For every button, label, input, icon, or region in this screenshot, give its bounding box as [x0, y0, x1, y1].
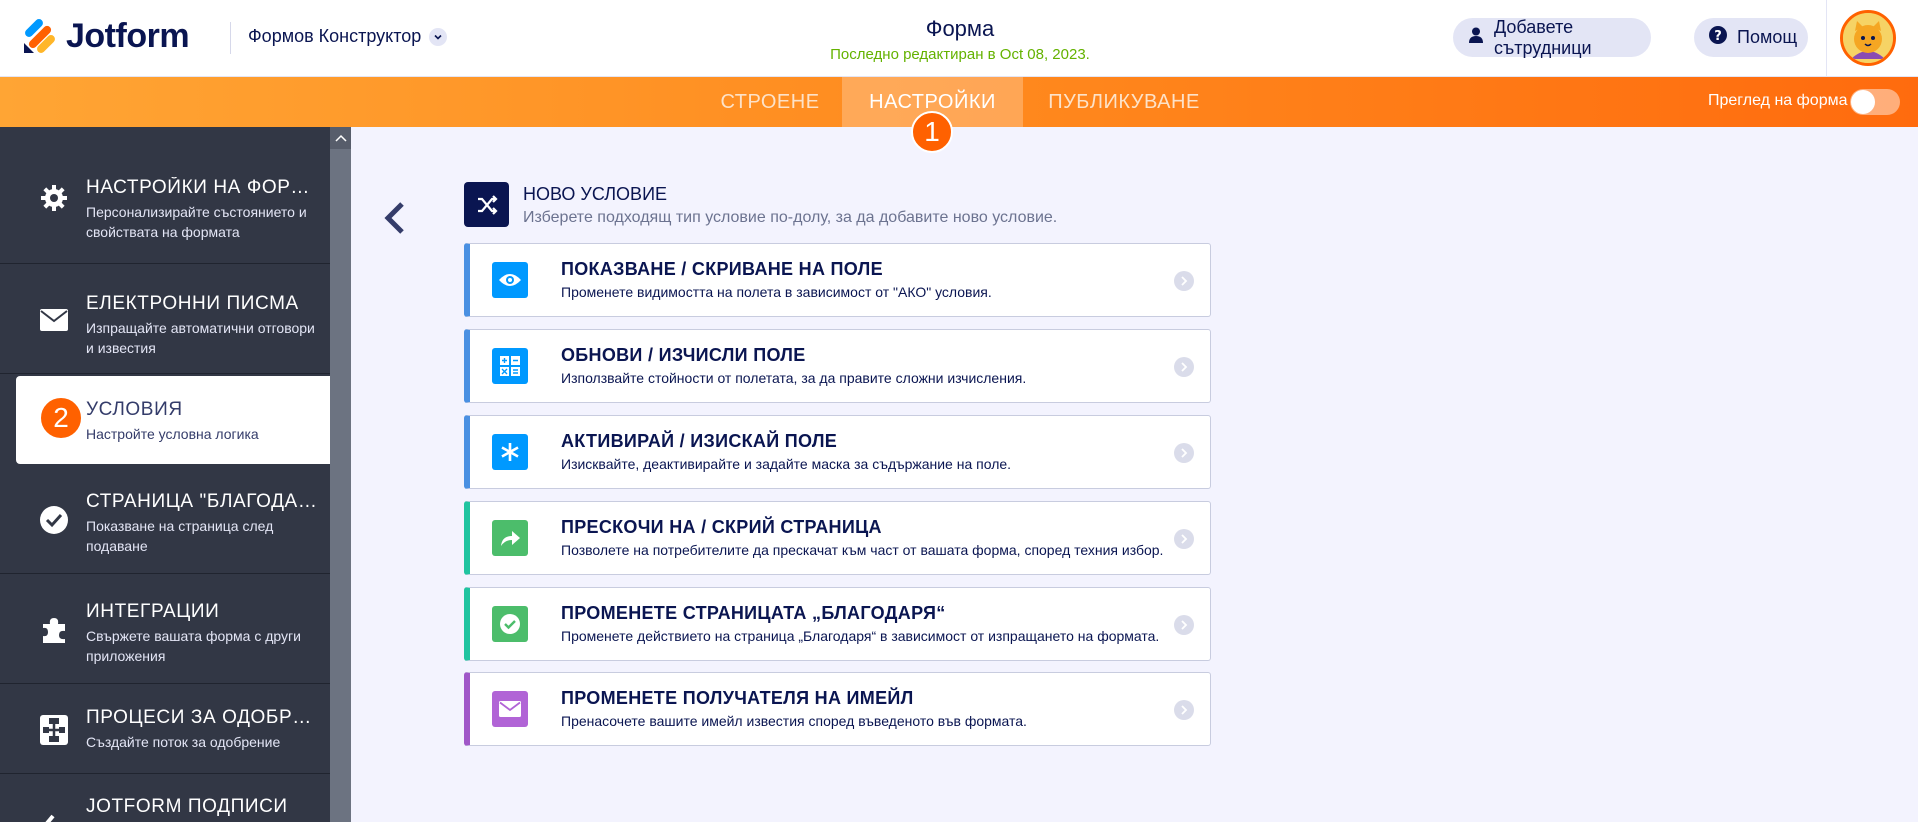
condition-card-thankyou[interactable]: ПРОМЕНЕТЕ СТРАНИЦАТА „БЛАГОДАРЯ“ Промене…	[464, 587, 1211, 661]
sidebar-item-form-settings[interactable]: НАСТРОЙКИ НА ФОРМАТА Персонализирайте съ…	[0, 127, 330, 264]
chevron-down-icon	[429, 27, 448, 46]
logo-text: Jotform	[66, 17, 190, 55]
card-title: ПОКАЗВАНЕ / СКРИВАНЕ НА ПОЛЕ	[561, 259, 883, 279]
step-badge-1: 1	[911, 111, 953, 153]
sidebar-scrollbar[interactable]	[330, 127, 351, 822]
card-title: ПРЕСКОЧИ НА / СКРИЙ СТРАНИЦА	[561, 517, 882, 537]
share-arrow-icon	[492, 520, 528, 556]
add-collaborators-label: Добавете сътрудници	[1494, 16, 1592, 58]
sidebar-item-desc: Свържете вашата форма с други приложения	[86, 628, 301, 664]
toggle-knob	[1851, 90, 1875, 114]
top-header: Jotform Формов Конструктор Форма Последн…	[0, 0, 1918, 77]
card-title: ПРОМЕНЕТЕ СТРАНИЦАТА „БЛАГОДАРЯ“	[561, 603, 946, 623]
sidebar-item-emails[interactable]: ЕЛЕКТРОННИ ПИСМА Изпращайте автоматични …	[0, 264, 330, 374]
sidebar-item-title: ИНТЕГРАЦИИ	[86, 601, 220, 622]
sidebar-item-title: СТРАНИЦА "БЛАГОДАРЯ"	[86, 491, 322, 512]
sidebar-item-title: НАСТРОЙКИ НА ФОРМАТА	[86, 177, 322, 198]
form-builder-menu[interactable]: Формов Конструктор	[248, 26, 448, 47]
card-desc: Променете видимостта на полета в зависим…	[561, 284, 992, 300]
jotform-logo[interactable]: Jotform	[22, 17, 190, 56]
card-title: ПРОМЕНЕТЕ ПОЛУЧАТЕЛЯ НА ИМЕЙЛ	[561, 688, 914, 708]
chevron-right-icon	[1174, 700, 1194, 720]
calculator-icon	[492, 348, 528, 384]
form-title-block: Форма Последно редактиран в Oct 08, 2023…	[760, 16, 1160, 63]
settings-sidebar: НАСТРОЙКИ НА ФОРМАТА Персонализирайте съ…	[0, 127, 330, 822]
condition-card-require[interactable]: АКТИВИРАЙ / ИЗИСКАЙ ПОЛЕ Изисквайте, деа…	[464, 415, 1211, 489]
user-avatar[interactable]	[1840, 10, 1896, 66]
shuffle-icon	[464, 182, 509, 227]
chevron-right-icon	[1174, 443, 1194, 463]
check-circle-icon	[38, 504, 70, 536]
form-preview-label: Преглед на форма	[1708, 92, 1848, 109]
sidebar-item-desc: Персонализирайте състоянието и свойстват…	[86, 204, 307, 240]
new-condition-title: НОВО УСЛОВИЕ	[523, 184, 668, 204]
svg-text:?: ?	[1714, 29, 1722, 44]
card-desc: Променете действието на страница „Благод…	[561, 628, 1160, 644]
sidebar-item-title: ПРОЦЕСИ ЗА ОДОБРЕНИЕ	[86, 707, 322, 728]
sign-icon	[38, 804, 70, 822]
header-divider	[230, 22, 231, 54]
form-preview-toggle[interactable]	[1850, 89, 1900, 115]
question-icon: ?	[1708, 25, 1728, 50]
card-title: АКТИВИРАЙ / ИЗИСКАЙ ПОЛЕ	[561, 431, 838, 451]
last-edited-text: Последно редактиран в Oct 08, 2023.	[830, 46, 1090, 63]
help-button[interactable]: ? Помощ	[1694, 18, 1808, 57]
sidebar-item-desc: Изпращайте автоматични отговори и извест…	[86, 320, 315, 356]
sidebar-item-title: JOTFORM ПОДПИСИ	[86, 796, 288, 817]
sidebar-item-desc: Създайте поток за одобрение	[86, 734, 281, 750]
puzzle-icon	[38, 614, 70, 646]
sidebar-item-integrations[interactable]: ИНТЕГРАЦИИ Свържете вашата форма с други…	[0, 574, 330, 684]
card-desc: Позволете на потребителите да прескачат …	[561, 542, 1164, 558]
sidebar-item-thankyou[interactable]: СТРАНИЦА "БЛАГОДАРЯ" Показване на страни…	[0, 464, 330, 574]
card-title: ОБНОВИ / ИЗЧИСЛИ ПОЛЕ	[561, 345, 806, 365]
check-icon	[492, 606, 528, 642]
chevron-right-icon	[1174, 615, 1194, 635]
condition-card-skip-page[interactable]: ПРЕСКОЧИ НА / СКРИЙ СТРАНИЦА Позволете н…	[464, 501, 1211, 575]
condition-card-calculate[interactable]: ОБНОВИ / ИЗЧИСЛИ ПОЛЕ Използвайте стойно…	[464, 329, 1211, 403]
tab-publish[interactable]: ПУБЛИКУВАНЕ	[1035, 77, 1213, 127]
chevron-right-icon	[1174, 529, 1194, 549]
help-label: Помощ	[1737, 27, 1798, 47]
step-badge-2: 2	[39, 396, 83, 440]
sidebar-item-desc: Настройте условна логика	[86, 426, 259, 442]
scroll-up-icon[interactable]	[330, 127, 351, 149]
eye-icon	[492, 262, 528, 298]
add-collaborators-button[interactable]: Добавете сътрудници	[1453, 16, 1651, 58]
sidebar-item-title: ЕЛЕКТРОННИ ПИСМА	[86, 293, 299, 314]
card-desc: Изисквайте, деактивирайте и задайте маск…	[561, 456, 1012, 472]
card-desc: Използвайте стойности от полетата, за да…	[561, 370, 1027, 386]
chevron-right-icon	[1174, 357, 1194, 377]
workflow-icon	[38, 714, 70, 746]
mail-icon	[492, 691, 528, 727]
sidebar-item-title: УСЛОВИЯ	[86, 399, 183, 420]
jotform-logo-icon	[22, 18, 56, 55]
chevron-right-icon	[1174, 271, 1194, 291]
main-navbar: СТРОЕНЕ НАСТРОЙКИ ПУБЛИКУВАНЕ 1 Преглед …	[0, 77, 1918, 153]
form-builder-label: Формов Конструктор	[248, 26, 422, 46]
tab-build[interactable]: СТРОЕНЕ	[705, 77, 835, 127]
card-desc: Пренасочете вашите имейл известия според…	[561, 713, 1027, 729]
condition-card-show-hide[interactable]: ПОКАЗВАНЕ / СКРИВАНЕ НА ПОЛЕ Променете в…	[464, 243, 1211, 317]
sidebar-item-approvals[interactable]: ПРОЦЕСИ ЗА ОДОБРЕНИЕ Създайте поток за о…	[0, 684, 330, 774]
form-title[interactable]: Форма	[760, 16, 1160, 42]
back-chevron-icon[interactable]	[380, 198, 410, 238]
asterisk-icon	[492, 434, 528, 470]
header-divider-right	[1826, 0, 1827, 77]
new-condition-subtitle: Изберете подходящ тип условие по-долу, з…	[523, 209, 1058, 226]
sidebar-item-desc: Показване на страница след подаване	[86, 518, 274, 554]
envelope-icon	[38, 304, 70, 336]
condition-card-email-recipient[interactable]: ПРОМЕНЕТЕ ПОЛУЧАТЕЛЯ НА ИМЕЙЛ Пренасочет…	[464, 672, 1211, 746]
sidebar-item-sign[interactable]: JOTFORM ПОДПИСИ	[0, 774, 330, 822]
gear-icon	[38, 182, 70, 214]
user-icon	[1467, 26, 1485, 49]
